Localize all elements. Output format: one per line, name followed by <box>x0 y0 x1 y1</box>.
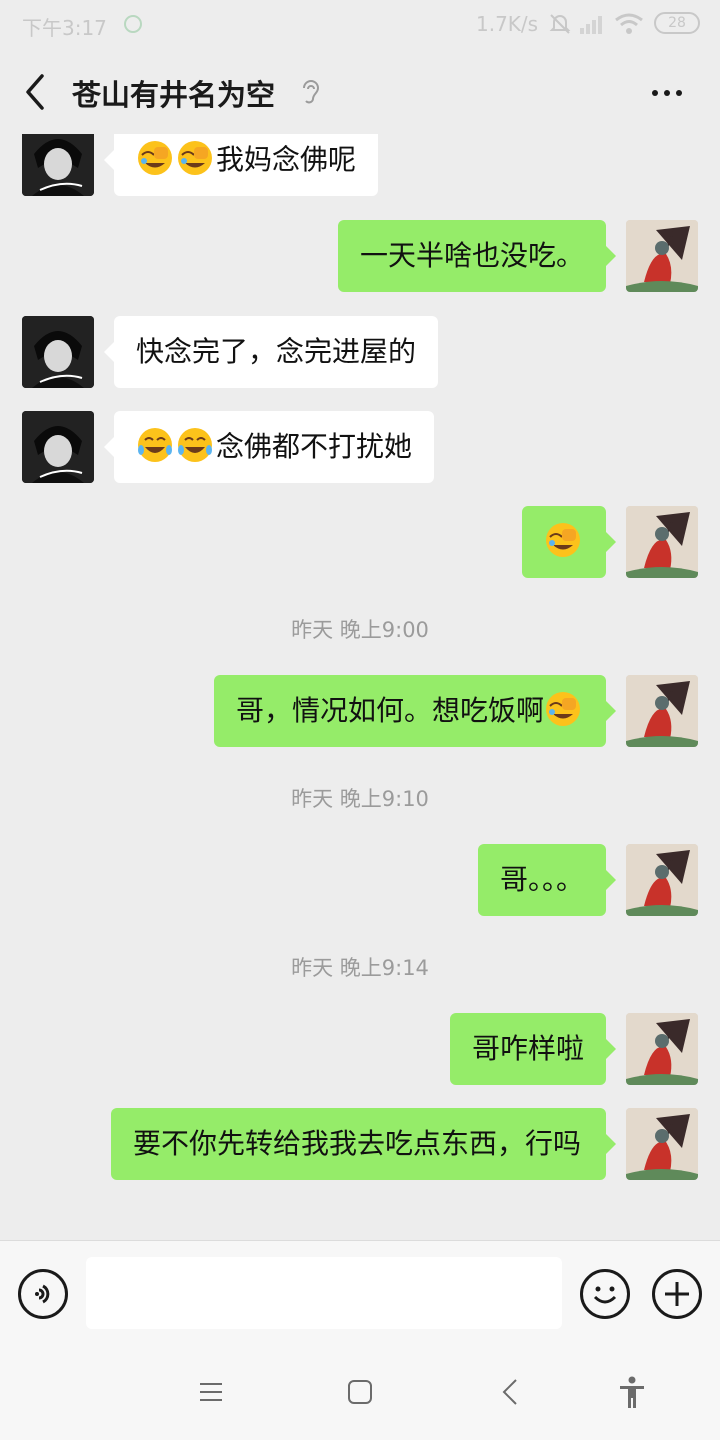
facepalm-laugh-emoji-icon <box>546 523 580 557</box>
message-bubble-sent[interactable]: 哥咋样啦 <box>449 1013 617 1085</box>
status-bar: 下午3:17 1.7K/s 28 <box>0 0 720 50</box>
wifi-icon <box>615 13 643 34</box>
message-text: 哥，情况如何。想吃饭啊 <box>235 694 544 727</box>
plus-icon[interactable] <box>652 1269 702 1319</box>
message-bubble-sent[interactable]: 哥。。。 <box>477 844 617 916</box>
nav-back-icon[interactable] <box>494 1374 530 1410</box>
chat-title: 苍山有井名为空 <box>72 78 276 112</box>
my-avatar[interactable] <box>626 506 698 578</box>
message-bubble-received[interactable]: 快念完了，念完进屋的 <box>103 316 439 388</box>
message-bubble-received[interactable]: 念佛都不打扰她 <box>103 411 435 483</box>
ear-icon <box>303 80 320 104</box>
message-text: 念佛都不打扰她 <box>216 430 413 463</box>
tears-of-joy-emoji-icon <box>138 428 172 462</box>
menu-icon[interactable] <box>192 1374 228 1410</box>
facepalm-laugh-emoji-icon <box>546 692 580 726</box>
message-bubble-sent[interactable] <box>522 506 616 578</box>
home-icon[interactable] <box>342 1374 378 1410</box>
message-text: 要不你先转给我我去吃点东西，行吗 <box>133 1127 582 1160</box>
contact-avatar[interactable] <box>22 411 94 483</box>
message-bubble-sent[interactable]: 一天半啥也没吃。 <box>337 220 617 292</box>
facepalm-laugh-emoji-icon <box>138 141 172 175</box>
my-avatar[interactable] <box>626 1108 698 1180</box>
message-timestamp: 昨天 晚上9:14 <box>291 956 429 980</box>
wechat-notification-icon <box>124 15 142 33</box>
message-bubble-sent[interactable]: 要不你先转给我我去吃点东西，行吗 <box>111 1108 616 1180</box>
message-bubble-received[interactable]: 我妈念佛呢 <box>103 134 379 196</box>
message-bubble-sent[interactable]: 哥，情况如何。想吃饭啊 <box>213 675 617 747</box>
network-speed: 1.7K/s <box>476 12 539 36</box>
my-avatar[interactable] <box>626 220 698 292</box>
system-nav-bar <box>0 1344 720 1440</box>
voice-icon[interactable] <box>18 1269 68 1319</box>
input-bar <box>0 1240 720 1344</box>
contact-avatar[interactable] <box>22 316 94 388</box>
message-text: 我妈念佛呢 <box>216 143 357 176</box>
my-avatar[interactable] <box>626 1013 698 1085</box>
message-input[interactable] <box>86 1257 562 1329</box>
back-icon[interactable] <box>16 68 56 116</box>
signal-icon <box>580 16 602 34</box>
more-icon[interactable] <box>642 78 692 108</box>
my-avatar[interactable] <box>626 675 698 747</box>
message-list[interactable]: 我妈念佛呢 一天半啥也没吃。 快念完了，念完进屋的 念佛都不打扰她 昨天 晚上9… <box>0 134 720 1240</box>
facepalm-laugh-emoji-icon <box>178 141 212 175</box>
chat-header: 苍山有井名为空 <box>0 50 720 134</box>
message-text: 一天半啥也没吃。 <box>359 239 584 272</box>
battery-indicator: 28 <box>654 12 700 34</box>
my-avatar[interactable] <box>626 844 698 916</box>
smile-icon[interactable] <box>580 1269 630 1319</box>
status-time: 下午3:17 <box>22 16 107 40</box>
mute-icon <box>549 14 571 34</box>
message-text: 哥咋样啦 <box>471 1032 584 1065</box>
tears-of-joy-emoji-icon <box>178 428 212 462</box>
message-text: 哥。。。 <box>499 863 584 896</box>
accessibility-icon[interactable] <box>614 1374 650 1410</box>
message-text: 快念完了，念完进屋的 <box>136 335 417 368</box>
message-timestamp: 昨天 晚上9:00 <box>291 618 429 642</box>
contact-avatar[interactable] <box>22 134 94 196</box>
message-timestamp: 昨天 晚上9:10 <box>291 787 429 811</box>
